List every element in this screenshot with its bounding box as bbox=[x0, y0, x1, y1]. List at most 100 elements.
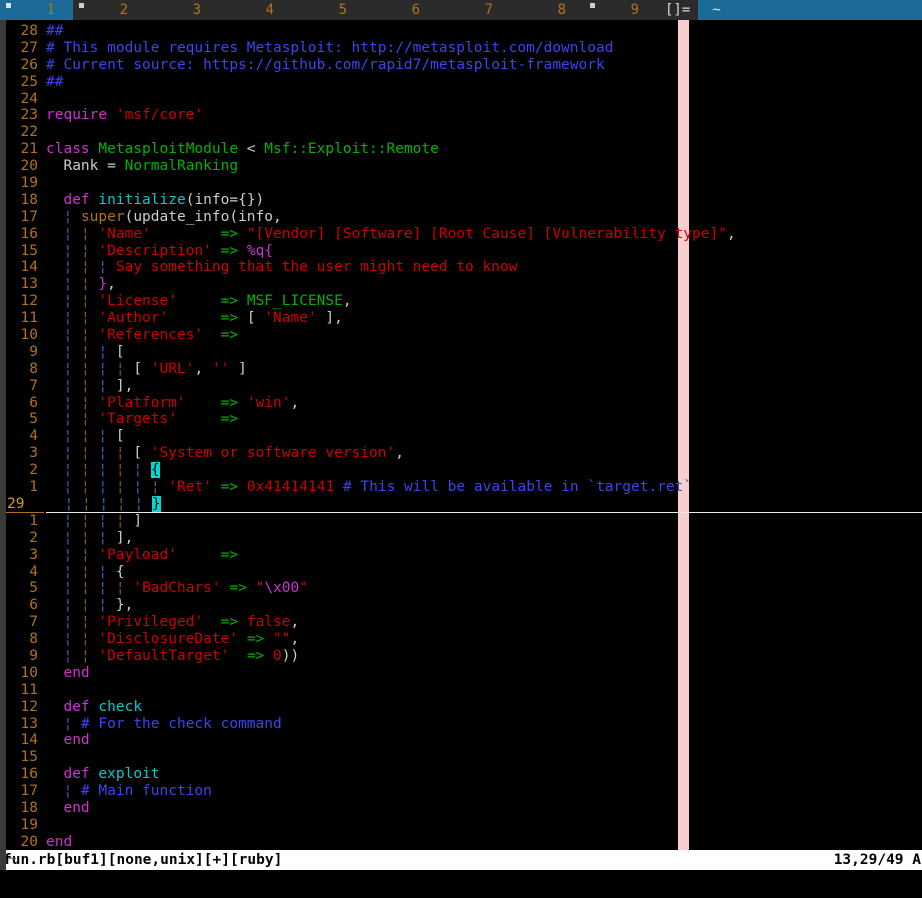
tab-8[interactable]: 8 bbox=[511, 0, 584, 20]
code-line[interactable]: 15 bbox=[0, 749, 922, 766]
code-token: ¦ bbox=[63, 360, 73, 377]
code-line[interactable]: 3 ¦ ¦ ¦ ¦ [ 'System or software version'… bbox=[0, 445, 922, 462]
code-token: 'BadChars' bbox=[133, 580, 221, 597]
code-line[interactable]: 13 ¦ ¦ }, bbox=[0, 276, 922, 293]
code-token: %q{ bbox=[246, 242, 274, 259]
line-number: 29 bbox=[6, 496, 46, 513]
code-line[interactable]: 9 ¦ ¦ ¦ [ bbox=[0, 344, 922, 361]
code-line[interactable]: 18 def initialize(info={}) bbox=[0, 192, 922, 209]
code-line[interactable]: 19 bbox=[0, 175, 922, 192]
code-line[interactable]: 11 ¦ ¦ 'Author' => [ 'Name' ], bbox=[0, 310, 922, 327]
tab-2[interactable]: 2 bbox=[73, 0, 146, 20]
code-lines[interactable]: 28 ## 27 # This module requires Metasploit:… bbox=[0, 20, 922, 868]
code-token: ¦ bbox=[98, 445, 108, 462]
code-line[interactable]: 7 ¦ ¦ 'Privileged' => false, bbox=[0, 614, 922, 631]
code-token: = bbox=[98, 158, 125, 175]
code-token: => bbox=[220, 293, 239, 310]
code-line[interactable]: 5 ¦ ¦ 'Targets' => bbox=[0, 411, 922, 428]
code-line[interactable]: 4 ¦ ¦ ¦ [ bbox=[0, 428, 922, 445]
tab-label: 5 bbox=[338, 2, 347, 18]
code-line[interactable]: 23 require 'msf/core' bbox=[0, 107, 922, 124]
code-line[interactable]: 9 ¦ ¦ 'DefaultTarget' => 0)) bbox=[0, 648, 922, 665]
code-line[interactable]: 12 ¦ ¦ 'License' => MSF_LICENSE, bbox=[0, 293, 922, 310]
code-line[interactable]: 8 ¦ ¦ 'DisclosureDate' => "", bbox=[0, 631, 922, 648]
tab-bar[interactable]: 1 2 3 4 5 6 7 8 9 []= ~ bbox=[0, 0, 922, 20]
code-line[interactable]: 3 ¦ ¦ 'Payload' => bbox=[0, 547, 922, 564]
code-line[interactable]: 28 ## bbox=[0, 23, 922, 40]
tab-3[interactable]: 3 bbox=[146, 0, 219, 20]
tab-7[interactable]: 7 bbox=[438, 0, 511, 20]
code-line[interactable]: 29 ¦ ¦ ¦ ¦ ¦ } bbox=[0, 495, 922, 513]
code-token: < bbox=[238, 141, 265, 158]
code-line[interactable]: 26 # Current source: https://github.com/r… bbox=[0, 57, 922, 74]
code-line[interactable]: 12 def check bbox=[0, 699, 922, 716]
code-token: ¦ bbox=[115, 445, 125, 462]
line-number: 12 bbox=[20, 698, 38, 715]
code-token: ¦ bbox=[80, 647, 90, 664]
code-line[interactable]: 17 ¦ # Main function bbox=[0, 783, 922, 800]
line-number: 1 bbox=[29, 512, 38, 529]
editor-area[interactable]: 28 ## 27 # This module requires Metasploit:… bbox=[0, 20, 922, 870]
tab-1[interactable]: 1 bbox=[0, 0, 73, 20]
code-line[interactable]: 22 bbox=[0, 124, 922, 141]
code-line[interactable]: 2 ¦ ¦ ¦ ], bbox=[0, 530, 922, 547]
line-number: 13 bbox=[20, 276, 38, 293]
code-token: ¦ bbox=[80, 563, 90, 580]
code-token: exploit bbox=[98, 766, 160, 783]
line-number: 7 bbox=[29, 377, 38, 394]
code-line[interactable]: 13 ¦ # For the check command bbox=[0, 716, 922, 733]
code-line[interactable]: 25 ## bbox=[0, 74, 922, 91]
code-line[interactable]: 2 ¦ ¦ ¦ ¦ ¦ { bbox=[0, 462, 922, 479]
code-line[interactable]: 6 ¦ ¦ 'Platform' => 'win', bbox=[0, 395, 922, 412]
code-line[interactable]: 1 ¦ ¦ ¦ ¦ ¦ ¦ 'Ret' => 0x41414141 # This… bbox=[0, 479, 922, 496]
code-line[interactable]: 4 ¦ ¦ ¦ { bbox=[0, 564, 922, 581]
tab-5[interactable]: 5 bbox=[292, 0, 365, 20]
code-line[interactable]: 20 end bbox=[0, 834, 922, 851]
tab-bar-filler bbox=[734, 0, 922, 20]
code-line[interactable]: 19 bbox=[0, 817, 922, 834]
code-line[interactable]: 1 ¦ ¦ ¦ ¦ ] bbox=[0, 513, 922, 530]
code-line[interactable]: 11 bbox=[0, 682, 922, 699]
tab-4[interactable]: 4 bbox=[219, 0, 292, 20]
code-line[interactable]: 10 ¦ ¦ 'References' => bbox=[0, 327, 922, 344]
tab-close-button[interactable]: ~ bbox=[698, 0, 735, 20]
code-token: , bbox=[290, 394, 300, 411]
code-line[interactable]: 15 ¦ ¦ 'Description' => %q{ bbox=[0, 243, 922, 260]
code-token: ¦ bbox=[80, 360, 90, 377]
line-number: 11 bbox=[20, 310, 38, 327]
code-line[interactable]: 18 end bbox=[0, 800, 922, 817]
line-number: 11 bbox=[20, 681, 38, 698]
code-token: ¦ bbox=[80, 580, 90, 597]
code-line[interactable]: 8 ¦ ¦ ¦ ¦ [ 'URL', '' ] bbox=[0, 361, 922, 378]
code-line[interactable]: 27 # This module requires Metasploit: htt… bbox=[0, 40, 922, 57]
tab-9[interactable]: 9 bbox=[584, 0, 657, 20]
code-token: Msf::Exploit::Remote bbox=[264, 141, 439, 158]
tab-6[interactable]: 6 bbox=[365, 0, 438, 20]
code-line[interactable]: 7 ¦ ¦ ¦ ], bbox=[0, 378, 922, 395]
code-token: ¦ bbox=[63, 715, 73, 732]
code-token: ¦ bbox=[63, 259, 73, 276]
code-token: 'Author' bbox=[98, 310, 169, 327]
code-line[interactable]: 20 Rank = NormalRanking bbox=[0, 158, 922, 175]
code-line[interactable]: 5 ¦ ¦ ¦ ¦ 'BadChars' => "\x00" bbox=[0, 580, 922, 597]
code-token: 'Description' bbox=[98, 242, 212, 259]
code-line[interactable]: 6 ¦ ¦ ¦ }, bbox=[0, 597, 922, 614]
code-line[interactable]: 14 ¦ ¦ ¦ Say something that the user mig… bbox=[0, 259, 922, 276]
code-line[interactable]: 16 ¦ ¦ 'Name' => "[Vendor] [Software] [R… bbox=[0, 226, 922, 243]
code-line[interactable]: 10 end bbox=[0, 665, 922, 682]
code-line[interactable]: 14 end bbox=[0, 732, 922, 749]
code-token: ¦ bbox=[63, 394, 73, 411]
code-line[interactable]: 24 bbox=[0, 91, 922, 108]
code-line[interactable]: 21 class MetasploitModule < Msf::Exploit:… bbox=[0, 141, 922, 158]
code-line[interactable]: 16 def exploit bbox=[0, 766, 922, 783]
code-line[interactable]: 17 ¦ super(update_info(info, bbox=[0, 209, 922, 226]
